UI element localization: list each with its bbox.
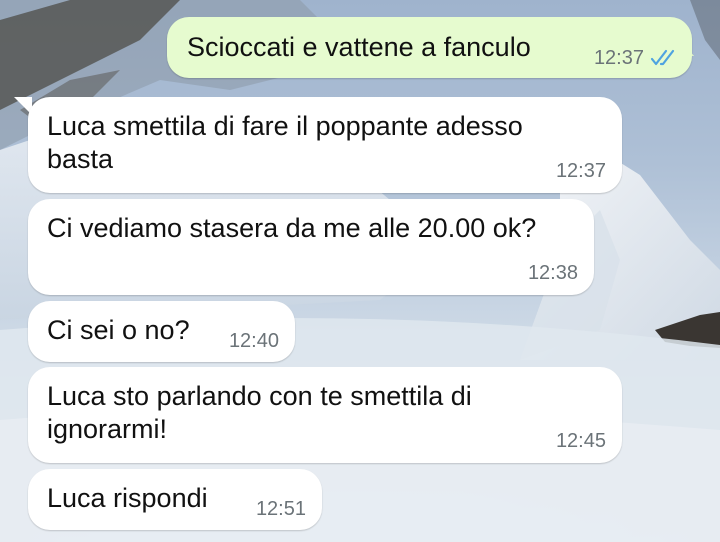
message-text-line-1: Luca sto parlando con te smettila di <box>47 381 472 411</box>
message-bubble-incoming[interactable]: Ci vediamo stasera da me alle 20.00 ok? … <box>28 199 594 295</box>
message-text-line-2: basta <box>47 144 114 174</box>
message-meta: 12:51 <box>256 497 306 521</box>
message-text: Ci sei o no? <box>47 315 190 345</box>
double-check-read-icon <box>650 49 675 65</box>
message-time: 12:37 <box>555 159 606 182</box>
message-time: 12:51 <box>255 497 306 520</box>
message-text-line-2: ignorarmi! <box>47 414 168 444</box>
message-bubble-incoming[interactable]: Luca rispondi 12:51 <box>28 469 322 530</box>
message-time: 12:45 <box>555 429 606 452</box>
message-bubble-outgoing[interactable]: Scioccati e vattene a fanculo 12:37 <box>167 17 692 78</box>
message-bubble-incoming[interactable]: Ci sei o no? 12:40 <box>28 301 295 362</box>
message-time: 12:38 <box>527 261 578 284</box>
message-time: 12:37 <box>593 46 644 69</box>
message-bubble-incoming[interactable]: Luca sto parlando con te smettila di ign… <box>28 367 622 463</box>
message-meta: 12:45 <box>556 429 606 453</box>
message-meta: 12:40 <box>229 329 279 353</box>
message-text: Scioccati e vattene a fanculo <box>187 32 531 62</box>
message-text: Ci vediamo stasera da me alle 20.00 ok? <box>47 213 537 243</box>
chat-window: Scioccati e vattene a fanculo 12:37 Luca… <box>0 0 720 542</box>
message-meta: 12:37 <box>556 159 606 183</box>
message-text: Luca rispondi <box>47 483 208 513</box>
message-text-line-1: Luca smettila di fare il poppante adesso <box>47 111 523 141</box>
message-meta: 12:38 <box>528 261 578 285</box>
message-time: 12:40 <box>228 329 279 352</box>
message-meta: 12:37 <box>594 46 680 70</box>
message-bubble-incoming[interactable]: Luca smettila di fare il poppante adesso… <box>28 97 622 193</box>
